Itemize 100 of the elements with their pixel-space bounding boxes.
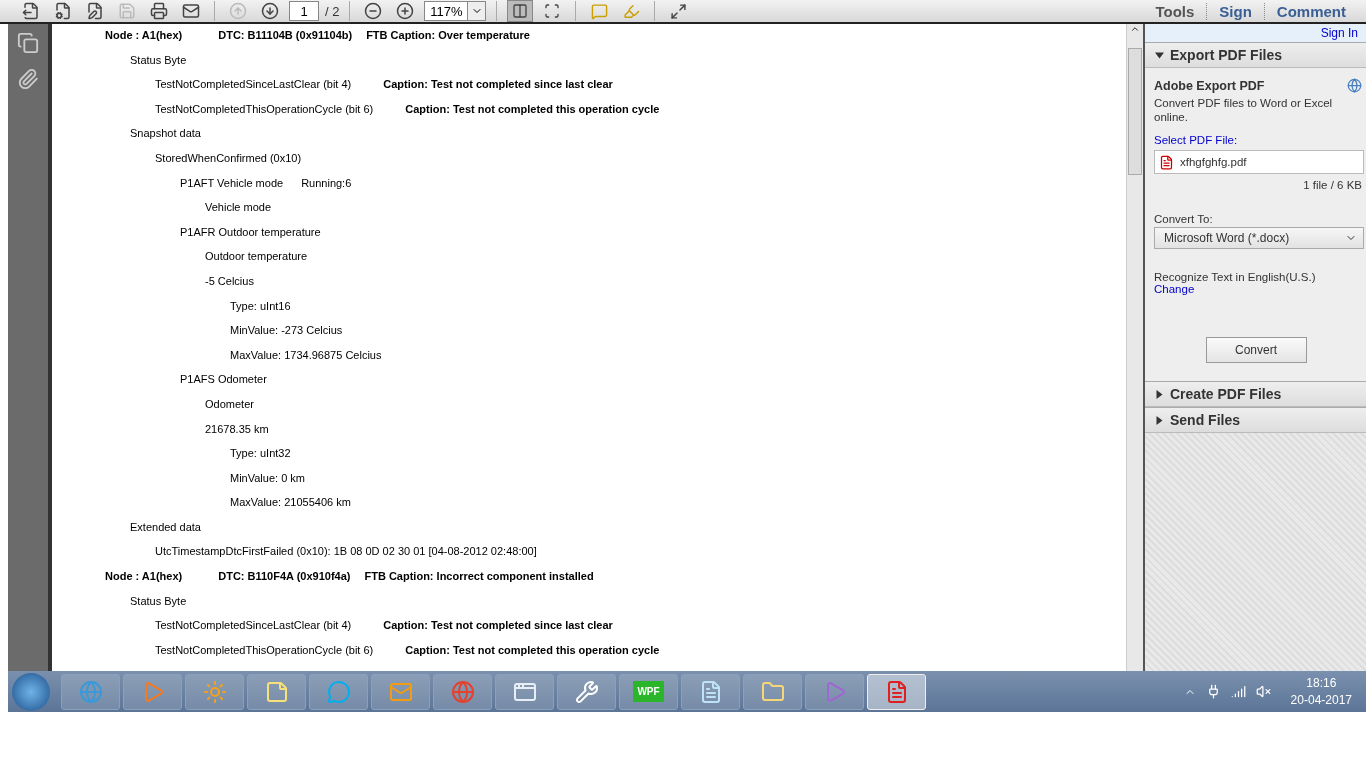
document-text: Outdoor temperature — [205, 250, 308, 263]
file-pen-icon — [86, 2, 104, 20]
pdf-file-icon — [1159, 154, 1174, 170]
node-field: Node : A1(hex) — [105, 570, 183, 583]
save-icon — [118, 2, 136, 20]
convert-button[interactable]: Convert — [1205, 337, 1307, 363]
document-note: Caption: Test not completed this operation cycle — [405, 102, 660, 115]
caret-right-icon — [1156, 415, 1163, 425]
document-text: TestNotCompletedSinceLastClear (bit 4) — [155, 78, 352, 91]
caret-right-icon — [1156, 389, 1163, 399]
zoom-in-icon — [396, 2, 415, 20]
document-text: P1AFT Vehicle mode — [180, 176, 284, 189]
print-icon — [150, 2, 168, 20]
sun-icon — [202, 679, 227, 704]
panel-heading: Adobe Export PDF — [1154, 78, 1265, 93]
globe-icon — [450, 679, 475, 704]
document-text: TestNotCompletedThisOperationCycle (bit 6) — [155, 643, 374, 656]
document-text: MaxValue: 21055406 km — [230, 496, 351, 509]
signal-icon[interactable] — [1230, 684, 1246, 699]
change-link[interactable]: Change — [1154, 283, 1366, 295]
node-field: DTC: B11104B (0x91104b) — [218, 29, 353, 41]
convert-label: Convert To: — [1154, 213, 1214, 225]
chat-icon — [326, 679, 351, 704]
comment-icon — [590, 2, 608, 20]
tab[interactable]: Sign — [1206, 2, 1264, 20]
zoom-out-icon — [364, 2, 383, 20]
document-text: UtcTimestampDtcFirstFailed (0x10): 1B 08 0D 02 30 01 [04-08-2012 02:48:00] — [155, 545, 537, 558]
document-note: Caption: Test not completed since last clear — [383, 619, 613, 632]
document-text: Extended data — [130, 520, 201, 533]
document-text: P1AFR Outdoor temperature — [180, 225, 321, 238]
page-number-field[interactable]: 1 — [289, 1, 319, 21]
highlighter-icon — [622, 2, 640, 20]
recognize-text: Recognize Text in English(U.S.) — [1154, 271, 1317, 283]
section-title: Send Files — [1170, 412, 1241, 428]
document-text: -5 Celcius — [205, 274, 254, 287]
document-text: Status Byte — [130, 53, 187, 66]
start-button[interactable] — [12, 672, 50, 711]
sticky-note-icon — [264, 679, 289, 704]
page-count: / 2 — [325, 3, 340, 19]
paperclip-icon[interactable] — [17, 68, 39, 90]
document-text: Odometer — [205, 397, 254, 410]
node-field: FTB Caption: Incorrect component installed — [364, 570, 594, 583]
file-gear-icon — [54, 2, 72, 20]
section-header[interactable]: Send Files — [1145, 407, 1366, 433]
document-text: Status Byte — [130, 594, 187, 607]
mute-icon[interactable] — [1255, 684, 1271, 699]
scroll-up-icon[interactable] — [1130, 24, 1140, 34]
globe-icon — [1347, 78, 1362, 93]
fullscreen-icon — [669, 2, 687, 20]
section-title: Export PDF Files — [1170, 47, 1283, 63]
document-text: Type: uInt32 — [230, 447, 291, 460]
wrench-icon — [574, 679, 599, 704]
document-text: Vehicle mode — [205, 201, 272, 214]
file-field[interactable]: xfhgfghfg.pdf — [1154, 150, 1364, 174]
file-arrow-icon — [22, 2, 40, 20]
clock[interactable]: 18:16 20-04-2017 — [1290, 676, 1352, 707]
document-text: 21678.35 km — [205, 422, 269, 435]
panel-description: Convert PDF files to Word or Excel online. — [1154, 96, 1334, 124]
zoom-field[interactable]: 117% — [424, 1, 469, 21]
document-note: Caption: Test not completed since last clear — [383, 78, 613, 91]
document-text: StoredWhenConfirmed (0x10) — [155, 151, 302, 164]
document-text: Snapshot data — [130, 127, 201, 140]
document-text: TestNotCompletedSinceLastClear (bit 4) — [155, 619, 352, 632]
sign-in-link[interactable]: Sign In — [1145, 24, 1366, 42]
document-text: P1AFS Odometer — [180, 373, 267, 386]
document-text: MinValue: 0 km — [230, 471, 305, 484]
taskbar-button[interactable] — [247, 673, 306, 710]
zoom-dropdown-button[interactable] — [468, 1, 487, 21]
document-text: MaxValue: 1734.96875 Celcius — [230, 348, 382, 361]
taskbar-button[interactable] — [743, 673, 802, 710]
fit-page-icon — [544, 3, 561, 19]
document-text: MinValue: -273 Celcius — [230, 324, 343, 337]
document-note: Caption: Test not completed this operation cycle — [405, 643, 660, 656]
view-button[interactable] — [507, 0, 534, 22]
section-header[interactable]: Create PDF Files — [1145, 381, 1366, 407]
node-field: DTC: B110F4A (0x910f4a) — [218, 570, 351, 583]
node-field: Node : A1(hex) — [105, 29, 183, 41]
globe-icon — [78, 679, 103, 704]
tab[interactable]: Comment — [1263, 2, 1358, 20]
caret-down-icon — [1155, 52, 1164, 58]
taskbar-button[interactable] — [681, 673, 740, 710]
folder-icon — [760, 679, 785, 704]
format-dropdown[interactable]: Microsoft Word (*.docx) — [1154, 227, 1364, 249]
document-text: Type: uInt16 — [230, 299, 291, 312]
tab[interactable]: Tools — [1143, 2, 1207, 20]
document-note: Running:6 — [301, 176, 352, 189]
taskbar-button[interactable] — [495, 673, 554, 710]
taskbar-button[interactable] — [557, 673, 616, 710]
scroll-thumb[interactable] — [1128, 48, 1142, 175]
select-file-link[interactable]: Select PDF File: — [1154, 134, 1366, 146]
mail-icon — [182, 2, 200, 20]
scrollbar[interactable] — [1126, 24, 1143, 671]
file-info: 1 file / 6 KB — [1303, 179, 1362, 191]
section-title: Create PDF Files — [1170, 386, 1282, 402]
section-header[interactable]: Export PDF Files — [1145, 42, 1366, 68]
fit-width-icon — [512, 3, 529, 19]
node-field: FTB Caption: Over temperature — [366, 29, 530, 41]
pages-icon[interactable] — [17, 32, 39, 54]
app-badge: WPF — [633, 681, 664, 702]
document-text: TestNotCompletedThisOperationCycle (bit 6) — [155, 102, 374, 115]
